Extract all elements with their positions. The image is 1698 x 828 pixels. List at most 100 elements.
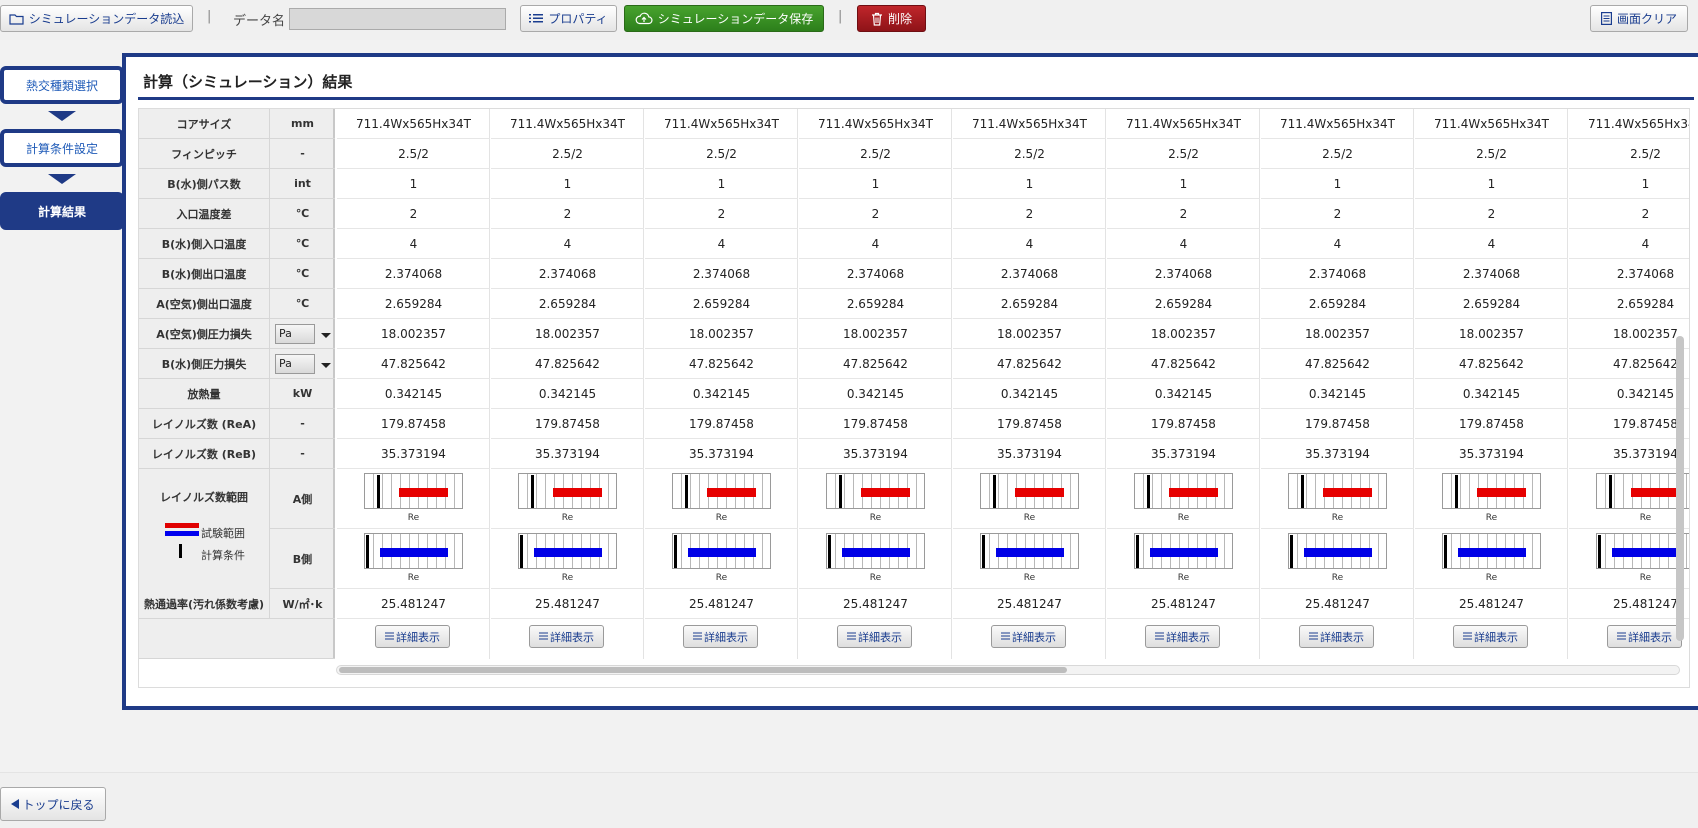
calc-condition-marker	[1147, 475, 1150, 508]
cell-b-outlet-temp: 2.374068	[491, 259, 644, 289]
detail-view-label: 詳細表示	[396, 630, 440, 644]
properties-button[interactable]: プロパティ	[520, 5, 617, 32]
cell-a-pressure-loss: 18.002357	[337, 319, 490, 349]
cell-reynolds-range-a: Re	[491, 469, 644, 529]
detail-view-button[interactable]: 詳細表示	[683, 625, 758, 648]
footer: トップに戻る	[0, 772, 1698, 828]
chevron-down-icon[interactable]	[321, 363, 331, 368]
detail-view-button[interactable]: 詳細表示	[1607, 625, 1682, 648]
calc-condition-marker	[1598, 535, 1601, 568]
horizontal-scrollbar[interactable]	[336, 665, 1680, 675]
test-range-bar	[1458, 548, 1526, 557]
cell-b-inlet-temp: 4	[337, 229, 490, 259]
cell-reynolds-a: 179.87458	[953, 409, 1106, 439]
detail-view-button[interactable]: 詳細表示	[991, 625, 1066, 648]
cell-a-outlet-temp: 2.659284	[799, 289, 952, 319]
cell-reynolds-range-b: Re	[1107, 529, 1260, 589]
cell-fin-pitch: 2.5/2	[1107, 139, 1260, 169]
cell-b-inlet-temp: 4	[799, 229, 952, 259]
row-unit: mm	[291, 117, 314, 130]
delete-button[interactable]: 削除	[857, 5, 926, 32]
detail-view-label: 詳細表示	[1012, 630, 1056, 644]
detail-view-button[interactable]: 詳細表示	[375, 625, 450, 648]
test-range-bar	[1304, 548, 1372, 557]
cell-inlet-temp-diff: 2	[491, 199, 644, 229]
calc-condition-marker	[1290, 535, 1293, 568]
detail-view-button[interactable]: 詳細表示	[1299, 625, 1374, 648]
row-header-core-size: コアサイズ mm	[139, 109, 335, 139]
cell-inlet-temp-diff: 2	[1569, 199, 1689, 229]
cell-b-pass-count: 1	[1569, 169, 1689, 199]
reynolds-range-box-b	[672, 533, 771, 569]
unit-select[interactable]: Pa	[275, 324, 315, 344]
row-header-heat-transfer-rate: 熱通過率(汚れ係数考慮) W/㎡･k	[139, 589, 335, 619]
horizontal-scroll-thumb[interactable]	[339, 667, 1067, 673]
detail-view-button[interactable]: 詳細表示	[529, 625, 604, 648]
step-heat-exchanger-type[interactable]: 熱交種類選択	[0, 66, 124, 104]
reynolds-axis-label: Re	[1023, 513, 1036, 523]
cell-heat-release: 0.342145	[1415, 379, 1568, 409]
cell-a-outlet-temp: 2.659284	[491, 289, 644, 319]
detail-view-button[interactable]: 詳細表示	[1145, 625, 1220, 648]
cell-b-pressure-loss: 47.825642	[1415, 349, 1568, 379]
cell-reynolds-a: 179.87458	[1415, 409, 1568, 439]
cell-heat-release: 0.342145	[491, 379, 644, 409]
cell-inlet-temp-diff: 2	[337, 199, 490, 229]
step-calculation-conditions[interactable]: 計算条件設定	[0, 129, 124, 167]
calc-condition-marker	[828, 535, 831, 568]
cell-b-outlet-temp: 2.374068	[337, 259, 490, 289]
back-to-top-button[interactable]: トップに戻る	[0, 787, 106, 821]
cell-heat-transfer-rate: 25.481247	[1415, 589, 1568, 619]
cell-b-inlet-temp: 4	[1569, 229, 1689, 259]
cell-a-pressure-loss: 18.002357	[491, 319, 644, 349]
reynolds-axis-label: Re	[1023, 573, 1036, 583]
unit-select[interactable]: Pa	[275, 354, 315, 374]
calc-condition-marker	[839, 475, 842, 508]
cell-fin-pitch: 2.5/2	[645, 139, 798, 169]
cell-fin-pitch: 2.5/2	[953, 139, 1106, 169]
step-label: 計算結果	[37, 204, 86, 219]
cell-heat-release: 0.342145	[953, 379, 1106, 409]
row-header-b-outlet-temp: B(水)側出口温度 ℃	[139, 259, 335, 289]
reynolds-range-box-a	[1288, 473, 1387, 509]
cell-fin-pitch: 2.5/2	[491, 139, 644, 169]
row-label: 放熱量	[139, 379, 270, 408]
cell-reynolds-b: 35.373194	[799, 439, 952, 469]
cell-b-outlet-temp: 2.374068	[799, 259, 952, 289]
cell-detail: 詳細表示	[1415, 619, 1568, 659]
detail-view-button[interactable]: 詳細表示	[837, 625, 912, 648]
cell-b-pressure-loss: 47.825642	[799, 349, 952, 379]
cell-a-pressure-loss: 18.002357	[1261, 319, 1414, 349]
calc-condition-marker	[1455, 475, 1458, 508]
cell-heat-release: 0.342145	[1261, 379, 1414, 409]
row-header-column: コアサイズ mm フィンピッチ - B(水)側パス数 int 入口温度差 ℃ B(水)側入口温度…	[139, 109, 335, 659]
row-unit: ℃	[295, 237, 310, 250]
detail-view-label: 詳細表示	[1474, 630, 1518, 644]
data-name-label: データ名	[233, 14, 286, 29]
cell-inlet-temp-diff: 2	[799, 199, 952, 229]
row-unit: A側	[292, 492, 313, 506]
chevron-down-icon[interactable]	[321, 333, 331, 338]
step-calculation-results[interactable]: 計算結果	[0, 192, 124, 230]
data-name-input[interactable]	[289, 8, 506, 30]
reynolds-range-box-a	[826, 473, 925, 509]
row-label: B(水)側入口温度	[139, 229, 270, 258]
cell-core-size: 711.4Wx565Hx34T	[953, 109, 1106, 139]
load-simulation-button[interactable]: シミュレーションデータ読込	[0, 5, 193, 32]
cell-a-pressure-loss: 18.002357	[953, 319, 1106, 349]
cell-detail: 詳細表示	[953, 619, 1106, 659]
clear-screen-button[interactable]: 画面クリア	[1590, 5, 1688, 32]
cell-core-size: 711.4Wx565Hx34T	[337, 109, 490, 139]
vertical-scroll-thumb[interactable]	[1676, 336, 1684, 641]
row-unit: B側	[292, 552, 313, 566]
calc-condition-marker	[1301, 475, 1304, 508]
row-header-inlet-temp-diff: 入口温度差 ℃	[139, 199, 335, 229]
reynolds-axis-label: Re	[715, 513, 728, 523]
detail-view-button[interactable]: 詳細表示	[1453, 625, 1528, 648]
row-label: レイノルズ数 (ReA)	[139, 409, 270, 438]
cell-heat-release: 0.342145	[337, 379, 490, 409]
cell-reynolds-range-a: Re	[799, 469, 952, 529]
cell-fin-pitch: 2.5/2	[1569, 139, 1689, 169]
save-simulation-button[interactable]: シミュレーションデータ保存	[624, 5, 824, 32]
cell-core-size: 711.4Wx565Hx34T	[1261, 109, 1414, 139]
